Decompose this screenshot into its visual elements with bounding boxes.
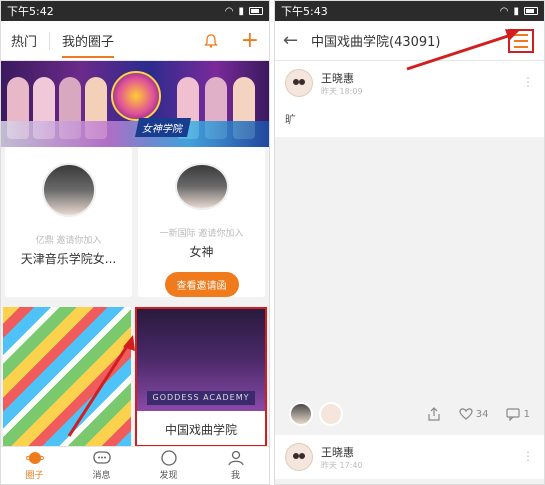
post-actions: 34 1 [275, 399, 544, 429]
avatar[interactable] [319, 402, 343, 426]
post-card[interactable]: 王晓惠 昨天 17:40 ⋮ [275, 435, 544, 479]
circle-tile[interactable] [3, 307, 131, 447]
left-phone-screen: 下午5:42 ◠ ▮ 热门 我的圈子 + 女神学院 亿鼎 邀请你加入 天津音乐学… [0, 0, 270, 485]
comment-button[interactable]: 1 [506, 407, 530, 422]
like-button[interactable]: 34 [458, 407, 489, 421]
page-title: 中国戏曲学院(43091) [311, 35, 441, 50]
author-name[interactable]: 王晓惠 [321, 70, 363, 86]
avatar[interactable] [285, 443, 313, 471]
compass-icon [160, 450, 177, 466]
circle-name: 中国戏曲学院 [164, 423, 237, 437]
wifi-icon: ◠ [224, 5, 234, 17]
status-time: 下午5:42 [7, 5, 54, 18]
post-media-area [275, 137, 544, 409]
status-time: 下午5:43 [281, 5, 328, 18]
circle-card[interactable]: 亿鼎 邀请你加入 天津音乐学院女... [5, 147, 132, 297]
battery-icon [524, 7, 538, 15]
wifi-icon: ◠ [499, 5, 509, 17]
status-icons: ◠ ▮ [225, 6, 263, 17]
avatar [174, 163, 229, 211]
invite-hint: 亿鼎 邀请你加入 [35, 236, 102, 246]
tab-my-circles[interactable]: 我的圈子 [62, 21, 115, 60]
menu-line [514, 34, 528, 36]
avatar[interactable] [289, 402, 313, 426]
person-icon [227, 450, 244, 466]
author-name[interactable]: 王晓惠 [321, 444, 363, 460]
tab-circles[interactable]: 圈子 [1, 447, 68, 484]
circle-tiles: GODDESS ACADEMY 中国戏曲学院 [1, 307, 269, 447]
tab-divider [49, 31, 51, 50]
post-header: 王晓惠 昨天 18:09 ⋮ [285, 69, 534, 97]
menu-line [514, 40, 528, 42]
comment-count: 1 [523, 409, 530, 420]
tab-label: 消息 [92, 471, 111, 481]
circle-card[interactable]: 一新国际 邀请你加入 女神 查看邀请函 [138, 147, 265, 297]
signal-icon: ▮ [238, 5, 244, 17]
like-count: 34 [475, 409, 489, 420]
menu-icon[interactable] [508, 29, 534, 53]
circle-cover-image: GODDESS ACADEMY [137, 309, 265, 411]
post-card[interactable]: 王晓惠 昨天 18:09 ⋮ 旷 [275, 61, 544, 137]
avatar [41, 163, 96, 217]
invitation-cards: 亿鼎 邀请你加入 天津音乐学院女... 一新国际 邀请你加入 女神 查看邀请函 [1, 147, 269, 297]
circle-tile-highlighted[interactable]: GODDESS ACADEMY 中国戏曲学院 [135, 307, 267, 447]
post-time: 昨天 18:09 [321, 86, 363, 96]
circle-header: ← 中国戏曲学院(43091) [275, 21, 544, 61]
bottom-tab-bar: 圈子 消息 发现 我 [1, 446, 269, 484]
tab-label: 圈子 [25, 471, 44, 481]
status-icons: ◠ ▮ [500, 6, 538, 17]
status-bar: 下午5:43 ◠ ▮ [275, 1, 544, 21]
avatar[interactable] [285, 69, 313, 97]
heart-icon [458, 408, 473, 420]
tab-label: 我 [230, 471, 240, 481]
banner-label: 女神学院 [134, 118, 192, 137]
plus-icon[interactable]: + [241, 29, 259, 52]
invite-hint: 一新国际 邀请你加入 [159, 229, 244, 240]
post-header: 王晓惠 昨天 17:40 ⋮ [285, 443, 534, 471]
circle-title: 天津音乐学院女... [20, 252, 117, 266]
header-actions: + [203, 29, 259, 52]
bell-icon[interactable] [203, 33, 219, 49]
cover-caption: GODDESS ACADEMY [147, 391, 255, 405]
tab-messages[interactable]: 消息 [68, 447, 135, 484]
banner-emblem [111, 71, 161, 121]
banner-image[interactable]: 女神学院 [1, 61, 269, 147]
share-icon[interactable] [427, 407, 441, 421]
post-time: 昨天 17:40 [321, 460, 363, 470]
back-arrow-icon[interactable]: ← [283, 30, 305, 51]
tab-label: 发现 [159, 471, 178, 481]
tab-me[interactable]: 我 [202, 447, 269, 484]
tab-hot[interactable]: 热门 [11, 21, 37, 60]
chat-icon [92, 451, 111, 464]
more-options-icon[interactable]: ⋮ [522, 75, 534, 89]
battery-icon [249, 7, 263, 15]
menu-line [514, 46, 528, 48]
post-body: 旷 [285, 113, 296, 126]
status-bar: 下午5:42 ◠ ▮ [1, 1, 269, 21]
top-tab-bar: 热门 我的圈子 + [1, 21, 269, 61]
comment-icon [506, 408, 521, 422]
more-options-icon[interactable]: ⋮ [522, 449, 534, 463]
circle-title: 女神 [189, 245, 214, 258]
view-invitation-button[interactable]: 查看邀请函 [164, 272, 239, 297]
signal-icon: ▮ [513, 5, 519, 17]
action-buttons: 34 1 [427, 407, 530, 422]
tab-discover[interactable]: 发现 [135, 447, 202, 484]
right-phone-screen: 下午5:43 ◠ ▮ ← 中国戏曲学院(43091) 王晓惠 昨天 18:09 … [274, 0, 545, 485]
planet-icon [25, 452, 44, 464]
